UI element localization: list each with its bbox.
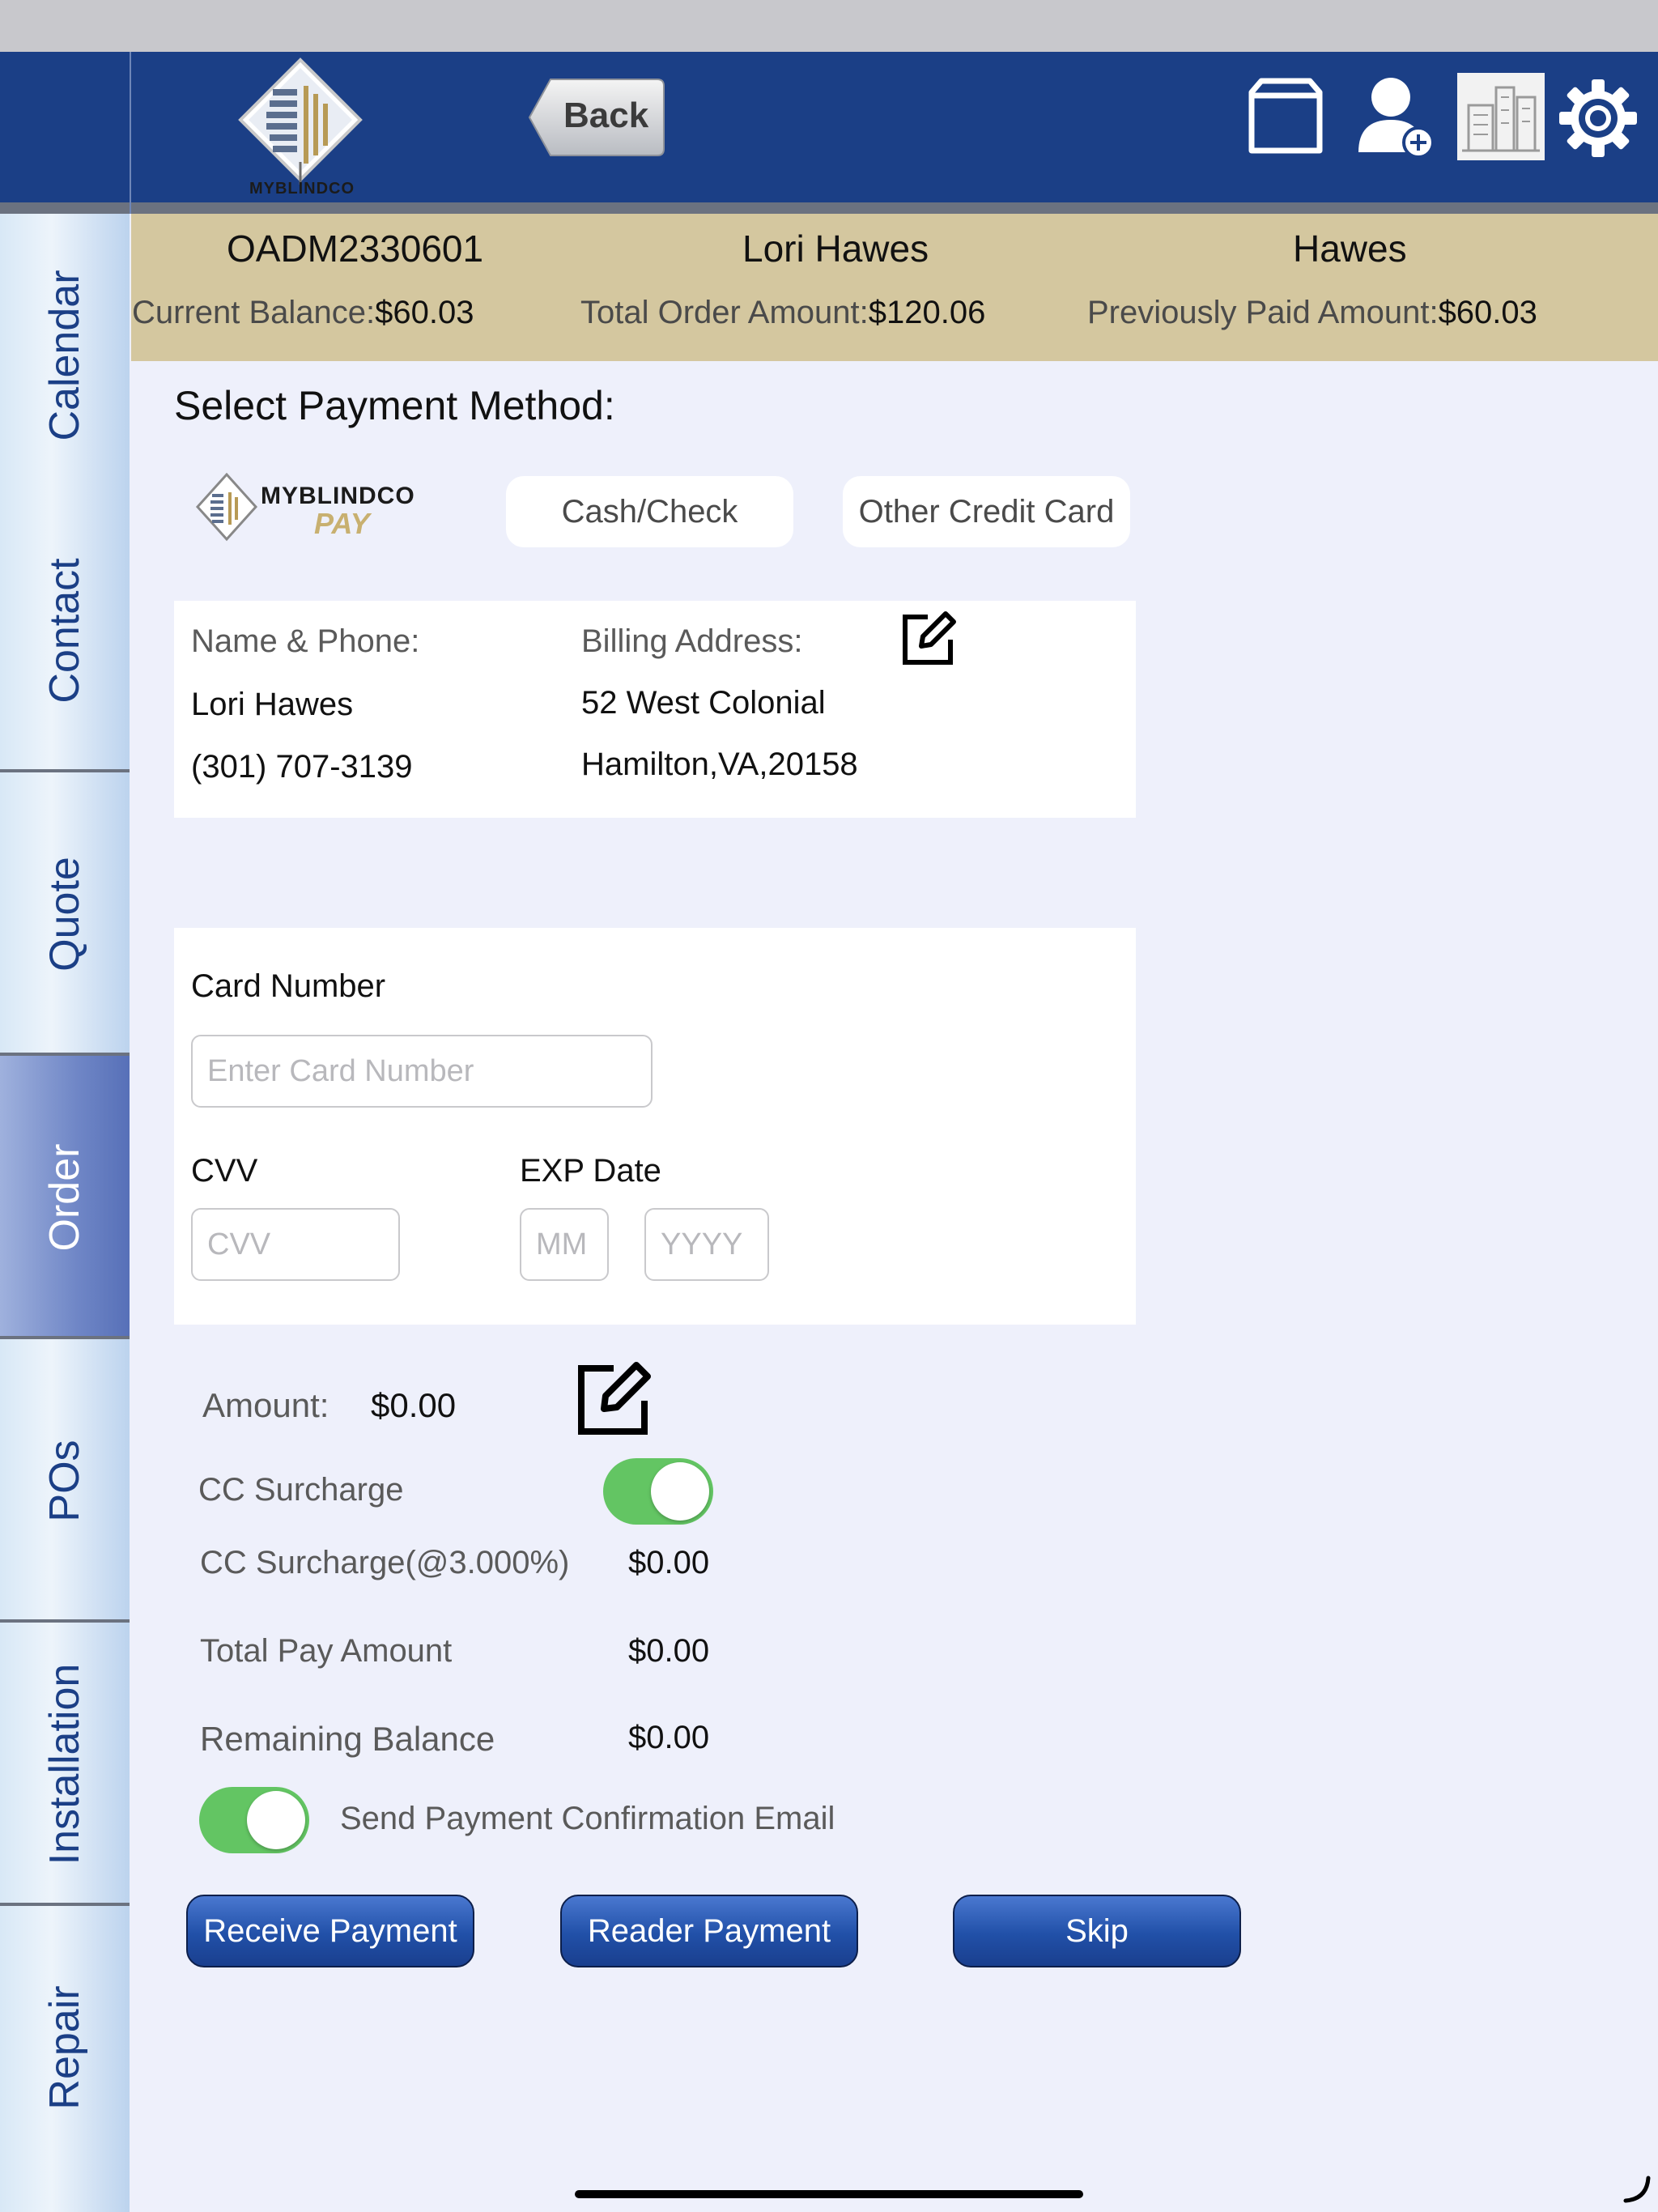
remaining-balance-value: $0.00 — [628, 1720, 710, 1755]
back-label: Back — [563, 96, 649, 135]
previously-paid-amount: Previously Paid Amount:$60.03 — [1087, 295, 1537, 331]
sidebar-item-label: Calendar — [41, 270, 88, 441]
sidebar-item-label: Order — [41, 1143, 88, 1252]
sidebar-item-installation[interactable]: Installation — [0, 1623, 130, 1906]
billing-address-label: Billing Address: — [581, 623, 803, 659]
toggle-knob — [651, 1462, 709, 1521]
cvv-label: CVV — [191, 1153, 258, 1189]
pay-brand-line1: MYBLINDCO — [261, 483, 415, 509]
remaining-balance-label: Remaining Balance — [200, 1720, 495, 1758]
prev-paid-value: $60.03 — [1438, 295, 1537, 330]
edit-amount-icon[interactable] — [576, 1360, 654, 1436]
home-indicator — [575, 2190, 1083, 2198]
status-bar — [0, 0, 1658, 52]
customer-name: Lori Hawes — [742, 228, 929, 270]
amount-value: $0.00 — [371, 1386, 457, 1424]
sidebar-item-quote[interactable]: Quote — [0, 772, 130, 1056]
total-pay-amount-value: $0.00 — [628, 1633, 710, 1669]
receive-payment-button[interactable]: Receive Payment — [186, 1895, 474, 1967]
sidebar-item-label: Contact — [41, 558, 88, 704]
cc-surcharge-value: $0.00 — [628, 1545, 710, 1580]
other-credit-card-button[interactable]: Other Credit Card — [843, 476, 1130, 547]
resize-corner-icon — [1622, 2175, 1652, 2204]
sidebar-item-contact[interactable]: Contact — [0, 489, 130, 772]
myblindco-pay-option[interactable]: MYBLINDCO PAY — [194, 471, 461, 544]
email-confirmation-toggle[interactable] — [199, 1787, 309, 1853]
billing-address-line2: Hamilton,VA,20158 — [581, 747, 858, 782]
total-pay-amount-label: Total Pay Amount — [200, 1633, 453, 1669]
cc-surcharge-toggle-label: CC Surcharge — [198, 1472, 404, 1508]
contact-name: Lori Hawes — [191, 687, 354, 722]
contact-phone: (301) 707-3139 — [191, 749, 413, 785]
cc-surcharge-label: CC Surcharge(@3.000%) — [200, 1545, 570, 1580]
card-number-field[interactable]: Enter Card Number — [191, 1035, 653, 1108]
order-number: OADM2330601 — [227, 228, 484, 270]
prev-paid-label: Previously Paid Amount: — [1087, 295, 1439, 330]
sidebar-item-label: Repair — [41, 1985, 88, 2110]
cc-surcharge-toggle[interactable] — [603, 1458, 713, 1525]
exp-year-field[interactable]: YYYY — [644, 1208, 769, 1281]
exp-date-label: EXP Date — [520, 1153, 661, 1189]
add-user-icon[interactable] — [1355, 74, 1436, 159]
sidebar-item-label: POs — [41, 1440, 88, 1522]
cvv-field[interactable]: CVV — [191, 1208, 400, 1281]
sidebar-item-pos[interactable]: POs — [0, 1339, 130, 1623]
sidebar-item-calendar[interactable]: Calendar — [0, 214, 130, 497]
reader-payment-button[interactable]: Reader Payment — [560, 1895, 858, 1967]
name-phone-label: Name & Phone: — [191, 623, 420, 659]
sidebar-item-label: Quote — [41, 857, 88, 972]
exp-month-field[interactable]: MM — [520, 1208, 609, 1281]
current-balance-label: Current Balance: — [132, 295, 376, 330]
cash-check-button[interactable]: Cash/Check — [506, 476, 793, 547]
sidebar-item-label: Installation — [41, 1663, 88, 1865]
settings-icon[interactable] — [1558, 78, 1639, 159]
total-order-value: $120.06 — [868, 295, 986, 330]
current-balance-value: $60.03 — [375, 295, 474, 330]
box-icon[interactable] — [1245, 78, 1326, 155]
pay-logo-icon — [195, 473, 258, 542]
amount-label: Amount: — [202, 1386, 329, 1424]
total-order-amount: Total Order Amount:$120.06 — [580, 295, 985, 331]
email-confirmation-label: Send Payment Confirmation Email — [340, 1801, 835, 1836]
header-divider — [0, 202, 1658, 214]
logo-wordmark: MYBLINDCO — [249, 180, 355, 198]
skip-button[interactable]: Skip — [953, 1895, 1241, 1967]
sidebar-header-divider — [130, 52, 131, 214]
sidebar-item-order[interactable]: Order — [0, 1056, 130, 1339]
card-number-label: Card Number — [191, 968, 386, 1004]
sidebar: Calendar Contact Quote Order POs Install… — [0, 214, 130, 2212]
current-balance: Current Balance:$60.03 — [132, 295, 474, 331]
pay-brand-line2: PAY — [314, 507, 370, 540]
building-icon[interactable] — [1457, 73, 1545, 160]
customer-last-name: Hawes — [1293, 228, 1407, 270]
back-button[interactable]: Back — [528, 76, 667, 159]
total-order-label: Total Order Amount: — [580, 295, 869, 330]
billing-address-line1: 52 West Colonial — [581, 685, 826, 721]
edit-address-icon[interactable] — [900, 610, 957, 667]
payment-method-title: Select Payment Method: — [174, 383, 615, 428]
toggle-knob — [247, 1791, 305, 1849]
sidebar-item-repair[interactable]: Repair — [0, 1906, 130, 2212]
